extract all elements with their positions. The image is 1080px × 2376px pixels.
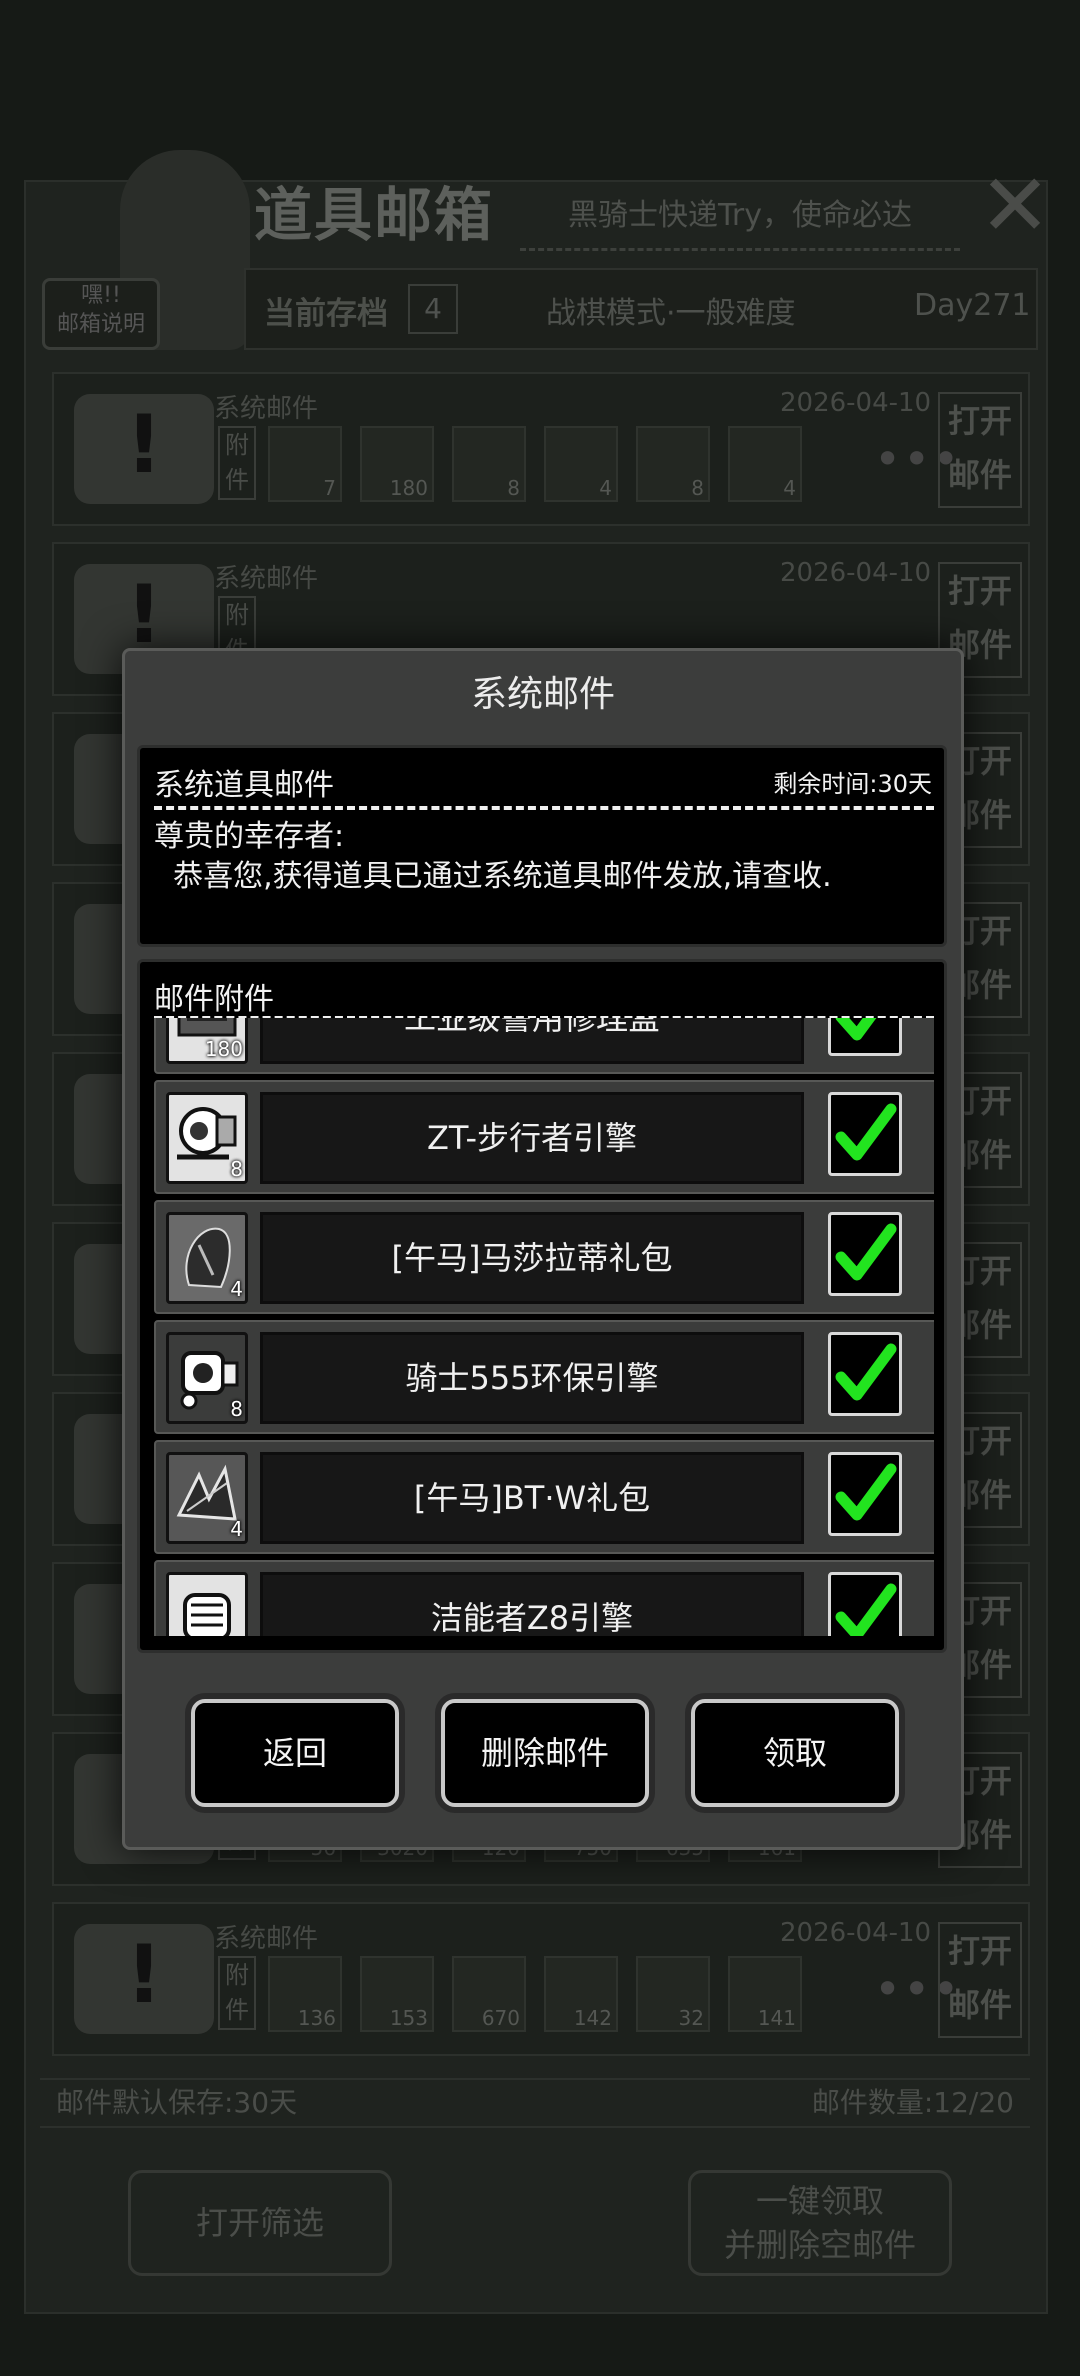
- checkbox-checked-icon[interactable]: [828, 1018, 902, 1056]
- mailbox-help-button[interactable]: 嘿!! 邮箱说明: [42, 278, 160, 350]
- close-icon[interactable]: ✕: [972, 163, 1058, 249]
- day-counter: Day271: [914, 288, 1031, 323]
- attachment-item[interactable]: 180 工业级警用修理盒: [154, 1018, 934, 1074]
- mail-attachment-tag: 附件: [218, 426, 256, 500]
- mail-date: 2026-04-10: [780, 558, 932, 588]
- attachment-name: [午马]BT·W礼包: [260, 1452, 804, 1544]
- message-panel: 系统道具邮件 剩余时间:30天 尊贵的幸存者: 恭喜您,获得道具已通过系统道具邮…: [137, 745, 947, 947]
- back-button[interactable]: 返回: [191, 1699, 399, 1807]
- open-mail-button[interactable]: 打开邮件: [938, 1922, 1022, 2038]
- mail-message: 恭喜您,获得道具已通过系统道具邮件发放,请查收.: [154, 859, 832, 894]
- delete-mail-button[interactable]: 删除邮件: [441, 1699, 649, 1807]
- mail-name: 系统邮件: [214, 564, 319, 594]
- attachment-item[interactable]: 8 ZT-步行者引擎: [154, 1080, 934, 1194]
- engine-icon: 8: [166, 1092, 248, 1184]
- item-slot: 32: [636, 1956, 710, 2032]
- engine-icon: 8: [166, 1332, 248, 1424]
- mail-attachment-tag: 附件: [218, 1956, 256, 2030]
- game-mode-label: 战棋模式·一般难度: [546, 296, 796, 331]
- attachment-item[interactable]: 4 [午马]马莎拉蒂礼包: [154, 1200, 934, 1314]
- checkbox-checked-icon[interactable]: [828, 1212, 902, 1296]
- engine-icon: [166, 1572, 248, 1636]
- item-slot: 153: [360, 1956, 434, 2032]
- dialog-title: 系统邮件: [470, 674, 615, 715]
- mail-greeting: 尊贵的幸存者:: [154, 819, 345, 854]
- attachments-panel: 邮件附件 180 工业级警用修理盒 8 ZT-步行者引擎 4 [午马]马莎拉蒂礼…: [137, 959, 947, 1653]
- mail-alert-icon: [74, 1924, 214, 2034]
- mailbox-slogan: 黑骑士快递Try，使命必达: [520, 184, 960, 251]
- checkbox-checked-icon[interactable]: [828, 1452, 902, 1536]
- item-slot: 142: [544, 1956, 618, 2032]
- save-slot-number: 4: [408, 284, 458, 334]
- attachment-name: 工业级警用修理盒: [260, 1018, 804, 1064]
- save-label: 当前存档: [264, 296, 388, 332]
- gift-pack-icon: 4: [166, 1212, 248, 1304]
- filter-button[interactable]: 打开筛选: [128, 2170, 392, 2276]
- attachment-item[interactable]: 8 骑士555环保引擎: [154, 1320, 934, 1434]
- mail-subject: 系统道具邮件: [154, 768, 334, 803]
- claim-all-button[interactable]: 一键领取 并删除空邮件: [688, 2170, 952, 2276]
- remaining-time: 剩余时间:30天: [773, 770, 932, 798]
- mailbox-footer: 邮件默认保存:30天 邮件数量:12/20: [40, 2078, 1030, 2128]
- mail-name: 系统邮件: [214, 1924, 319, 1954]
- mail-row[interactable]: 系统邮件 2026-04-10 附件 7 180 8 4 8 4 ••• 打开邮…: [52, 372, 1030, 526]
- gift-pack-icon: 4: [166, 1452, 248, 1544]
- item-slot: 180: [360, 426, 434, 502]
- item-slot: 141: [728, 1956, 802, 2032]
- mail-dialog: 系统邮件 系统道具邮件 剩余时间:30天 尊贵的幸存者: 恭喜您,获得道具已通过…: [122, 648, 964, 1850]
- attachment-item[interactable]: 洁能者Z8引擎: [154, 1560, 934, 1636]
- attachment-name: 洁能者Z8引擎: [260, 1572, 804, 1636]
- attachment-list[interactable]: 180 工业级警用修理盒 8 ZT-步行者引擎 4 [午马]马莎拉蒂礼包 8 骑…: [154, 1018, 934, 1636]
- mailbox-title: 道具邮箱: [254, 181, 495, 249]
- retention-note: 邮件默认保存:30天: [56, 2086, 298, 2119]
- item-slot: 670: [452, 1956, 526, 2032]
- claim-button[interactable]: 领取: [691, 1699, 899, 1807]
- item-slot: 4: [728, 426, 802, 502]
- attachment-name: [午马]马莎拉蒂礼包: [260, 1212, 804, 1304]
- mail-alert-icon: [74, 394, 214, 504]
- mail-row[interactable]: 系统邮件 2026-04-10 附件 136 153 670 142 32 14…: [52, 1902, 1030, 2056]
- item-slot: 7: [268, 426, 342, 502]
- mail-name: 系统邮件: [214, 394, 319, 424]
- repair-box-icon: 180: [166, 1018, 248, 1064]
- attachment-name: ZT-步行者引擎: [260, 1092, 804, 1184]
- item-slot: 8: [452, 426, 526, 502]
- checkbox-checked-icon[interactable]: [828, 1332, 902, 1416]
- divider: [154, 806, 934, 810]
- open-mail-button[interactable]: 打开邮件: [938, 392, 1022, 508]
- item-slot: 4: [544, 426, 618, 502]
- mail-count: 邮件数量:12/20: [811, 2086, 1014, 2119]
- item-slot: 8: [636, 426, 710, 502]
- attachments-header: 邮件附件: [154, 982, 274, 1017]
- item-slot: 136: [268, 1956, 342, 2032]
- attachment-item[interactable]: 4 [午马]BT·W礼包: [154, 1440, 934, 1554]
- attachment-name: 骑士555环保引擎: [260, 1332, 804, 1424]
- mail-date: 2026-04-10: [780, 388, 932, 418]
- checkbox-checked-icon[interactable]: [828, 1092, 902, 1176]
- checkbox-checked-icon[interactable]: [828, 1572, 902, 1636]
- mail-date: 2026-04-10: [780, 1918, 932, 1948]
